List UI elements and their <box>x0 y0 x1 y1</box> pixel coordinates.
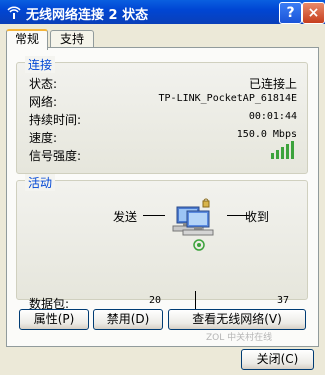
close-window-button[interactable]: × <box>302 2 325 24</box>
received-label: 收到 <box>245 210 270 224</box>
sent-label: 发送 <box>113 210 138 224</box>
duration-label: 持续时间: <box>29 113 82 127</box>
signal-strength-icon <box>271 141 297 159</box>
duration-row: 持续时间: 00:01:44 <box>29 111 297 127</box>
speed-label: 速度: <box>29 131 58 145</box>
status-label: 状态: <box>29 77 58 91</box>
connection-group-title: 连接 <box>25 56 56 73</box>
signal-bar <box>286 144 289 159</box>
signal-label: 信号强度: <box>29 149 82 163</box>
tab-support[interactable]: 支持 <box>50 30 94 48</box>
properties-button[interactable]: 属性(P) <box>19 309 89 330</box>
signal-row: 信号强度: <box>29 141 297 163</box>
general-panel: 连接 状态: 已连接上 网络: TP-LINK_PocketAP_61814E … <box>6 47 319 347</box>
disable-button[interactable]: 禁用(D) <box>93 309 163 330</box>
signal-bar <box>291 141 294 159</box>
network-row: 网络: TP-LINK_PocketAP_61814E <box>29 93 297 109</box>
packets-divider <box>195 291 196 309</box>
connection-group: 连接 状态: 已连接上 网络: TP-LINK_PocketAP_61814E … <box>16 56 308 174</box>
activity-group-title: 活动 <box>25 174 56 191</box>
duration-value: 00:01:44 <box>248 111 297 122</box>
close-button[interactable]: 关闭(C) <box>241 349 314 370</box>
status-row: 状态: 已连接上 <box>29 75 297 91</box>
packets-received-value: 37 <box>277 295 290 306</box>
network-activity-icon <box>172 198 214 251</box>
help-button[interactable]: ? <box>279 2 302 24</box>
title-bar: 无线网络连接 2 状态 ? × <box>0 0 325 24</box>
sent-line <box>143 215 165 216</box>
signal-bar <box>276 150 279 159</box>
watermark: ZOL 中关村在线 <box>206 333 273 343</box>
speed-row: 速度: 150.0 Mbps <box>29 129 297 145</box>
status-value: 已连接上 <box>248 77 297 91</box>
signal-bar <box>271 153 274 159</box>
wireless-network-icon <box>7 6 21 19</box>
network-label: 网络: <box>29 95 58 109</box>
packets-sent-value: 20 <box>149 295 162 306</box>
signal-bar <box>281 147 284 159</box>
window-title: 无线网络连接 2 状态 <box>26 8 149 23</box>
view-wireless-networks-button[interactable]: 查看无线网络(V) <box>168 309 306 330</box>
network-value: TP-LINK_PocketAP_61814E <box>158 93 297 104</box>
speed-value: 150.0 Mbps <box>236 129 297 140</box>
activity-group: 活动 发送 收到 数据包: 20 37 <box>16 174 308 311</box>
tab-general[interactable]: 常规 <box>6 29 48 50</box>
